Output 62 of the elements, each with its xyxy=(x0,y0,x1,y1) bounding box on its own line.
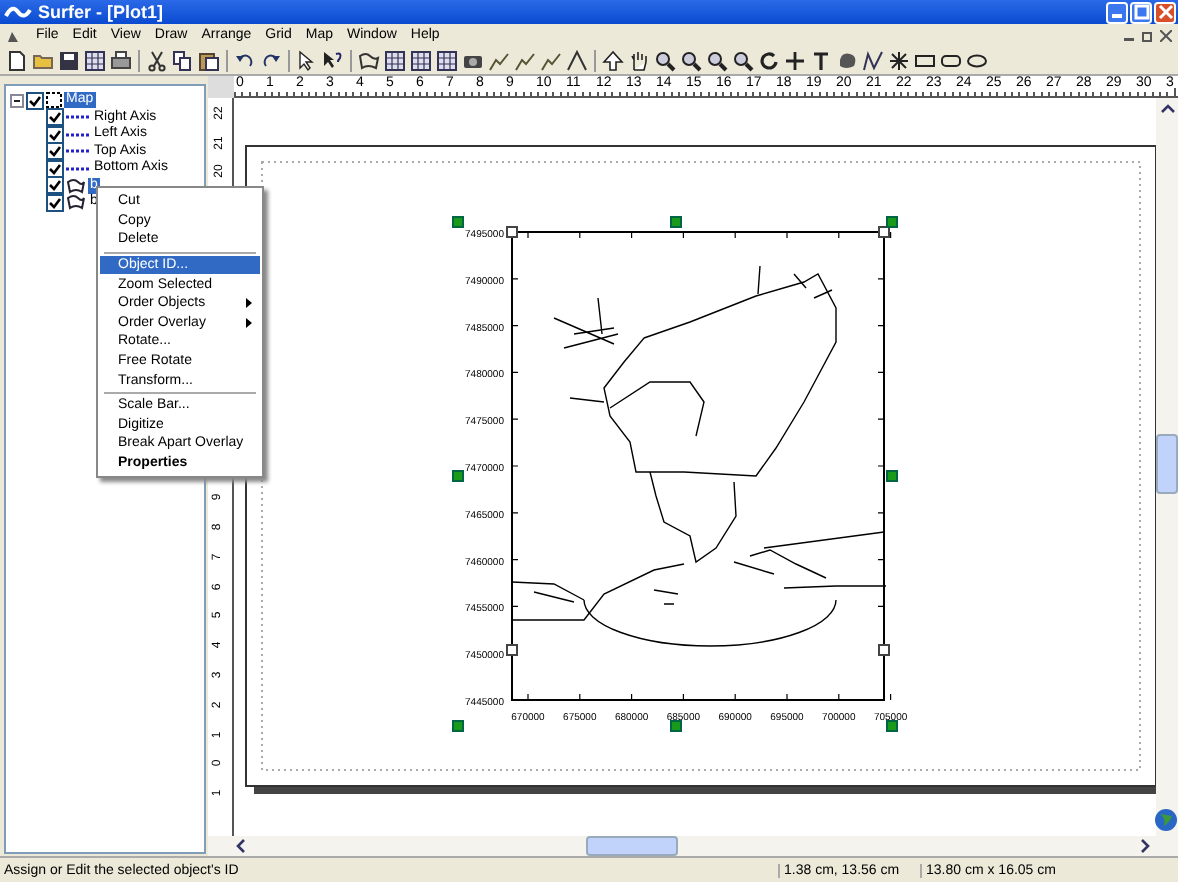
scroll-right-icon[interactable] xyxy=(1140,838,1152,854)
grid-icon[interactable] xyxy=(436,49,458,71)
checkbox[interactable] xyxy=(46,176,64,195)
undo-icon[interactable] xyxy=(234,49,256,71)
chart-icon[interactable] xyxy=(488,49,510,71)
axis-icon xyxy=(66,163,90,174)
copy-icon[interactable] xyxy=(172,49,194,71)
magnifier-icon[interactable] xyxy=(732,49,754,71)
rectangle-icon[interactable] xyxy=(914,49,936,71)
scroll-thumb[interactable] xyxy=(586,836,678,856)
maximize-button[interactable] xyxy=(1130,1,1152,23)
chart-icon[interactable] xyxy=(540,49,562,71)
frame-icon xyxy=(46,92,62,109)
scroll-up-icon[interactable] xyxy=(1159,102,1175,114)
save-icon[interactable] xyxy=(58,49,80,71)
help-icon[interactable] xyxy=(322,49,344,71)
magnifier-icon[interactable] xyxy=(654,49,676,71)
axis-icon xyxy=(66,112,90,123)
outline-icon[interactable] xyxy=(358,49,380,71)
grid-icon[interactable] xyxy=(384,49,406,71)
chart-icon[interactable] xyxy=(514,49,536,71)
paste-icon[interactable] xyxy=(198,49,220,71)
scroll-left-icon[interactable] xyxy=(234,838,246,854)
close-icon[interactable] xyxy=(1160,29,1172,41)
globe-icon xyxy=(1154,808,1178,832)
maximize-icon xyxy=(1133,4,1149,20)
polyline-icon[interactable] xyxy=(862,49,884,71)
scroll-thumb[interactable] xyxy=(1156,434,1178,494)
checkbox[interactable] xyxy=(46,142,64,161)
text-icon[interactable] xyxy=(810,49,832,71)
folder-icon[interactable] xyxy=(32,49,54,71)
arrow-icon[interactable] xyxy=(602,49,624,71)
rotate-icon[interactable] xyxy=(758,49,780,71)
scissors-icon[interactable] xyxy=(146,49,168,71)
printer-icon[interactable] xyxy=(110,49,132,71)
redo-icon[interactable] xyxy=(260,49,282,71)
horizontal-scrollbar[interactable] xyxy=(208,836,1178,856)
wave-icon xyxy=(4,4,32,20)
axis-icon xyxy=(66,129,90,140)
minimize-button[interactable] xyxy=(1106,1,1128,23)
grid-icon[interactable] xyxy=(84,49,106,71)
vertical-scrollbar[interactable] xyxy=(1156,98,1178,836)
restore-icon[interactable] xyxy=(1142,29,1154,41)
close-icon xyxy=(1157,4,1173,20)
blob-icon[interactable] xyxy=(836,49,858,71)
move-icon[interactable] xyxy=(784,49,806,71)
magnifier-icon[interactable] xyxy=(680,49,702,71)
axis-icon xyxy=(66,146,90,157)
new-file-icon[interactable] xyxy=(6,49,28,71)
close-button[interactable] xyxy=(1154,1,1176,23)
window-title: Surfer - [Plot1] xyxy=(38,2,164,22)
ruler-corner xyxy=(208,76,234,98)
checkbox[interactable] xyxy=(46,108,64,127)
grid-icon[interactable] xyxy=(410,49,432,71)
rounded-rectangle-icon[interactable] xyxy=(940,49,962,71)
collapse-icon[interactable] xyxy=(10,93,24,108)
hand-icon[interactable] xyxy=(628,49,650,71)
magnifier-icon[interactable] xyxy=(706,49,728,71)
ellipse-icon[interactable] xyxy=(966,49,988,71)
pointer-icon[interactable] xyxy=(296,49,318,71)
star-icon[interactable] xyxy=(888,49,910,71)
checkbox[interactable] xyxy=(26,91,44,110)
